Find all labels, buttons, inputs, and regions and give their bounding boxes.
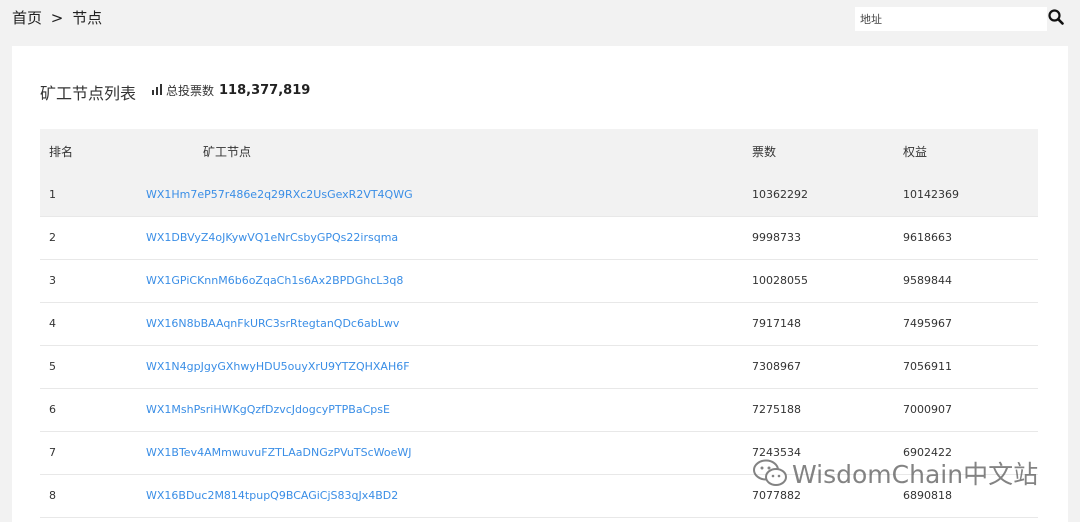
node-address-link[interactable]: WX1GPiCKnnM6b6oZqaCh1s6Ax2BPDGhcL3q8 <box>146 274 403 287</box>
table-row: 6 WX1MshPsriHWKgQzfDzvcJdogcyPTPBaCpsE 7… <box>40 388 1038 431</box>
miner-node-panel: 矿工节点列表 总投票数 118,377,819 排名 矿工节点 票数 权益 1 … <box>12 46 1068 522</box>
row-votes: 7308967 <box>752 360 801 373</box>
node-address-link[interactable]: WX16N8bBAAqnFkURC3srRtegtanQDc6abLwv <box>146 317 399 330</box>
search-icon[interactable] <box>1048 9 1066 27</box>
breadcrumb-home[interactable]: 首页 <box>12 9 42 27</box>
row-rights: 9618663 <box>903 231 952 244</box>
table-header-row: 排名 矿工节点 票数 权益 <box>40 129 1038 173</box>
header-votes: 票数 <box>752 144 777 159</box>
table-row: 4 WX16N8bBAAqnFkURC3srRtegtanQDc6abLwv 7… <box>40 302 1038 345</box>
node-address-link[interactable]: WX1BTev4AMmwuvuFZTLAaDNGzPVuTScWoeWJ <box>146 446 411 459</box>
node-address-link[interactable]: WX1MshPsriHWKgQzfDzvcJdogcyPTPBaCpsE <box>146 403 390 416</box>
table-row: 3 WX1GPiCKnnM6b6oZqaCh1s6Ax2BPDGhcL3q8 1… <box>40 259 1038 302</box>
row-votes: 10028055 <box>752 274 808 287</box>
table-row: 1 WX1Hm7eP57r486e2q29RXc2UsGexR2VT4QWG 1… <box>40 173 1038 216</box>
breadcrumb-current: 节点 <box>72 9 103 27</box>
row-rank: 5 <box>49 360 56 373</box>
search-input[interactable] <box>856 9 1040 30</box>
breadcrumb: 首页 > 节点 <box>12 7 106 28</box>
header-node: 矿工节点 <box>203 144 252 159</box>
header-rank: 排名 <box>49 144 74 159</box>
node-address-link[interactable]: WX1DBVyZ4oJKywVQ1eNrCsbyGPQs22irsqma <box>146 231 398 244</box>
watermark: WisdomChain中文站 <box>752 455 1038 491</box>
bar-chart-icon <box>152 83 163 98</box>
table-row: 5 WX1N4gpJgyGXhwyHDU5ouyXrU9YTZQHXAH6F 7… <box>40 345 1038 388</box>
row-rank: 7 <box>49 446 56 459</box>
total-votes-value: 118,377,819 <box>219 83 311 98</box>
row-rank: 1 <box>49 187 56 201</box>
breadcrumb-separator: > <box>50 9 64 27</box>
row-rank: 3 <box>49 274 56 287</box>
row-rights: 9589844 <box>903 274 952 287</box>
row-rank: 2 <box>49 231 56 244</box>
row-rights: 7495967 <box>903 317 952 330</box>
row-votes: 9998733 <box>752 231 801 244</box>
row-rank: 6 <box>49 403 56 416</box>
row-rank: 8 <box>49 489 56 502</box>
row-rights: 7056911 <box>903 360 952 373</box>
top-bar: 首页 > 节点 <box>0 0 1080 40</box>
node-address-link[interactable]: WX1N4gpJgyGXhwyHDU5ouyXrU9YTZQHXAH6F <box>146 360 410 373</box>
table-row: 2 WX1DBVyZ4oJKywVQ1eNrCsbyGPQs22irsqma 9… <box>40 216 1038 259</box>
row-votes: 7275188 <box>752 403 801 416</box>
watermark-text: WisdomChain中文站 <box>792 460 1039 489</box>
row-votes: 7917148 <box>752 317 801 330</box>
node-address-link[interactable]: WX1Hm7eP57r486e2q29RXc2UsGexR2VT4QWG <box>146 188 413 201</box>
row-rights: 10142369 <box>903 187 959 201</box>
wechat-icon <box>753 459 787 486</box>
row-votes: 10362292 <box>752 187 808 201</box>
total-votes-label: 总投票数 <box>166 84 215 98</box>
total-votes: 总投票数 118,377,819 <box>152 82 310 99</box>
search-box <box>855 7 1047 31</box>
panel-title: 矿工节点列表 <box>40 84 137 103</box>
row-rank: 4 <box>49 317 56 330</box>
row-rights: 7000907 <box>903 403 952 416</box>
node-address-link[interactable]: WX16BDuc2M814tpupQ9BCAGiCjS83qJx4BD2 <box>146 489 398 502</box>
header-rights: 权益 <box>903 144 928 159</box>
